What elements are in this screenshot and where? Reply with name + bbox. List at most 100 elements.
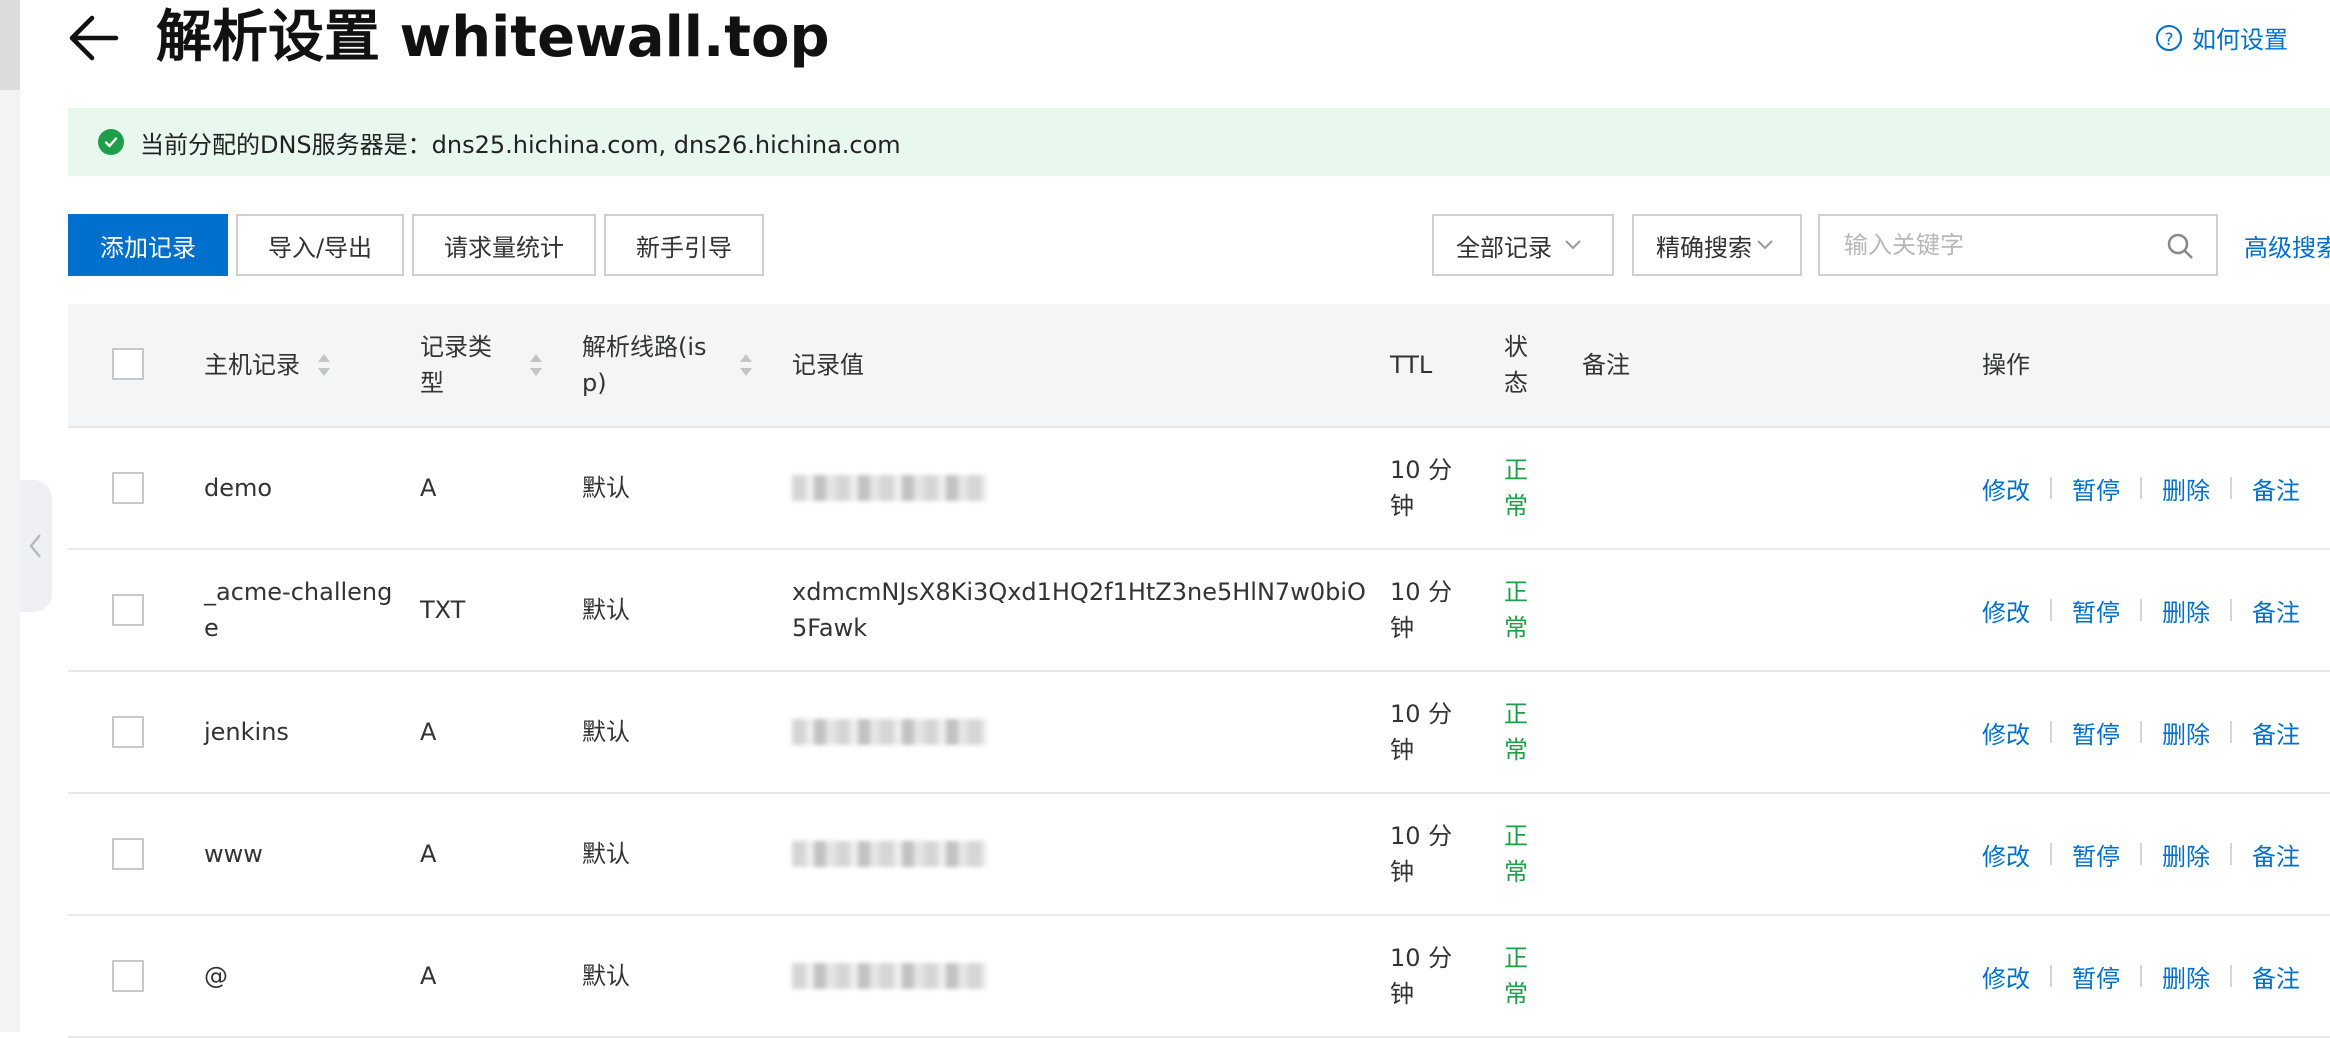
line-cell: 默认 xyxy=(582,718,630,746)
search-input[interactable] xyxy=(1842,230,2166,260)
redacted-value xyxy=(792,841,987,867)
value-cell xyxy=(792,963,987,989)
header-remark: 备注 xyxy=(1582,351,1630,379)
type-cell: A xyxy=(420,962,437,990)
sort-icon[interactable] xyxy=(738,352,754,378)
pause-action[interactable]: 暂停 xyxy=(2072,715,2120,750)
record-filter-value: 全部记录 xyxy=(1456,233,1552,262)
status-line2: 常 xyxy=(1504,614,1528,642)
action-divider xyxy=(2230,477,2232,499)
select-all-checkbox[interactable] xyxy=(112,348,144,380)
chevron-down-icon xyxy=(1757,240,1773,250)
help-link[interactable]: ? 如何设置 xyxy=(2156,20,2288,55)
status-line1: 正 xyxy=(1504,578,1528,606)
row-checkbox[interactable] xyxy=(112,472,144,504)
header-type-line1: 记录类 xyxy=(420,333,492,361)
action-divider xyxy=(2050,965,2052,987)
row-checkbox[interactable] xyxy=(112,838,144,870)
line-cell: 默认 xyxy=(582,474,630,502)
check-circle-icon xyxy=(98,129,124,155)
header-actions: 操作 xyxy=(1982,351,2030,379)
keyword-search xyxy=(1818,214,2218,276)
host-cell: _acme-challeng e xyxy=(204,574,394,646)
scrollbar-thumb[interactable] xyxy=(0,0,20,90)
pause-action[interactable]: 暂停 xyxy=(2072,593,2120,628)
ttl-line1: 10 分 xyxy=(1390,456,1453,484)
search-mode-select[interactable]: 精确搜索 xyxy=(1632,214,1802,276)
header-value: 记录值 xyxy=(792,351,864,379)
arrow-left-icon xyxy=(69,15,119,61)
pause-action[interactable]: 暂停 xyxy=(2072,471,2120,506)
edit-action[interactable]: 修改 xyxy=(1982,471,2030,506)
ttl-line2: 钟 xyxy=(1390,858,1414,886)
beginner-guide-button[interactable]: 新手引导 xyxy=(604,214,764,276)
search-mode-value: 精确搜索 xyxy=(1656,233,1752,262)
row-checkbox[interactable] xyxy=(112,960,144,992)
remark-action[interactable]: 备注 xyxy=(2252,959,2300,994)
action-divider xyxy=(2050,843,2052,865)
header-line-line1: 解析线路(is xyxy=(582,333,707,361)
remark-action[interactable]: 备注 xyxy=(2252,715,2300,750)
sort-icon[interactable] xyxy=(316,352,332,378)
remark-action[interactable]: 备注 xyxy=(2252,837,2300,872)
status-line2: 常 xyxy=(1504,736,1528,764)
value-cell xyxy=(792,719,987,745)
remark-action[interactable]: 备注 xyxy=(2252,471,2300,506)
header-status: 状 态 xyxy=(1504,329,1528,401)
row-checkbox[interactable] xyxy=(112,716,144,748)
header-line: 解析线路(is p) xyxy=(582,329,707,401)
add-record-button[interactable]: 添加记录 xyxy=(68,214,228,276)
delete-action[interactable]: 删除 xyxy=(2162,593,2210,628)
status-line2: 常 xyxy=(1504,492,1528,520)
chevron-down-icon xyxy=(1565,240,1581,250)
ttl-line1: 10 分 xyxy=(1390,822,1453,850)
status-line1: 正 xyxy=(1504,822,1528,850)
back-button[interactable] xyxy=(66,10,122,66)
header-ttl: TTL xyxy=(1390,351,1433,379)
ttl-line1: 10 分 xyxy=(1390,944,1453,972)
action-divider xyxy=(2230,843,2232,865)
value-cell xyxy=(792,475,987,501)
dns-records-table: 主机记录 记录类 型 解析线路(is p) 记录值 TTL 状 态 备注 操作 … xyxy=(68,304,2330,1038)
ttl-line2: 钟 xyxy=(1390,980,1414,1008)
ttl-cell: 10 分钟 xyxy=(1390,940,1452,1012)
dns-server-notice: 当前分配的DNS服务器是：dns25.hichina.com, dns26.hi… xyxy=(68,108,2330,176)
delete-action[interactable]: 删除 xyxy=(2162,959,2210,994)
table-row: demo A 默认 10 分钟正常修改 暂停 删除 备注 xyxy=(68,428,2330,550)
delete-action[interactable]: 删除 xyxy=(2162,837,2210,872)
sidebar-collapse-toggle[interactable] xyxy=(20,480,52,612)
row-actions: 修改 暂停 删除 备注 xyxy=(1982,592,2300,628)
pause-action[interactable]: 暂停 xyxy=(2072,959,2120,994)
advanced-search-link[interactable]: 高级搜索 xyxy=(2244,228,2330,263)
row-checkbox[interactable] xyxy=(112,594,144,626)
status-line2: 常 xyxy=(1504,980,1528,1008)
host-line1: www xyxy=(204,840,263,868)
host-cell: @ xyxy=(204,940,394,1012)
import-export-button[interactable]: 导入/导出 xyxy=(236,214,404,276)
host-line1: _acme-challeng xyxy=(204,578,393,606)
ttl-line2: 钟 xyxy=(1390,492,1414,520)
delete-action[interactable]: 删除 xyxy=(2162,715,2210,750)
edit-action[interactable]: 修改 xyxy=(1982,837,2030,872)
edit-action[interactable]: 修改 xyxy=(1982,959,2030,994)
status-cell: 正常 xyxy=(1504,574,1528,646)
record-filter-select[interactable]: 全部记录 xyxy=(1432,214,1614,276)
status-cell: 正常 xyxy=(1504,696,1528,768)
header-line-line2: p) xyxy=(582,369,607,397)
remark-action[interactable]: 备注 xyxy=(2252,593,2300,628)
line-cell: 默认 xyxy=(582,596,630,624)
host-cell: jenkins xyxy=(204,696,394,768)
edit-action[interactable]: 修改 xyxy=(1982,593,2030,628)
row-actions: 修改 暂停 删除 备注 xyxy=(1982,836,2300,872)
search-icon[interactable] xyxy=(2166,232,2194,260)
host-line1: demo xyxy=(204,474,273,502)
action-divider xyxy=(2050,477,2052,499)
sort-icon[interactable] xyxy=(528,352,544,378)
ttl-cell: 10 分钟 xyxy=(1390,818,1452,890)
request-stats-button[interactable]: 请求量统计 xyxy=(412,214,596,276)
delete-action[interactable]: 删除 xyxy=(2162,471,2210,506)
line-cell: 默认 xyxy=(582,962,630,990)
page-scrollbar[interactable] xyxy=(0,0,20,1032)
pause-action[interactable]: 暂停 xyxy=(2072,837,2120,872)
edit-action[interactable]: 修改 xyxy=(1982,715,2030,750)
